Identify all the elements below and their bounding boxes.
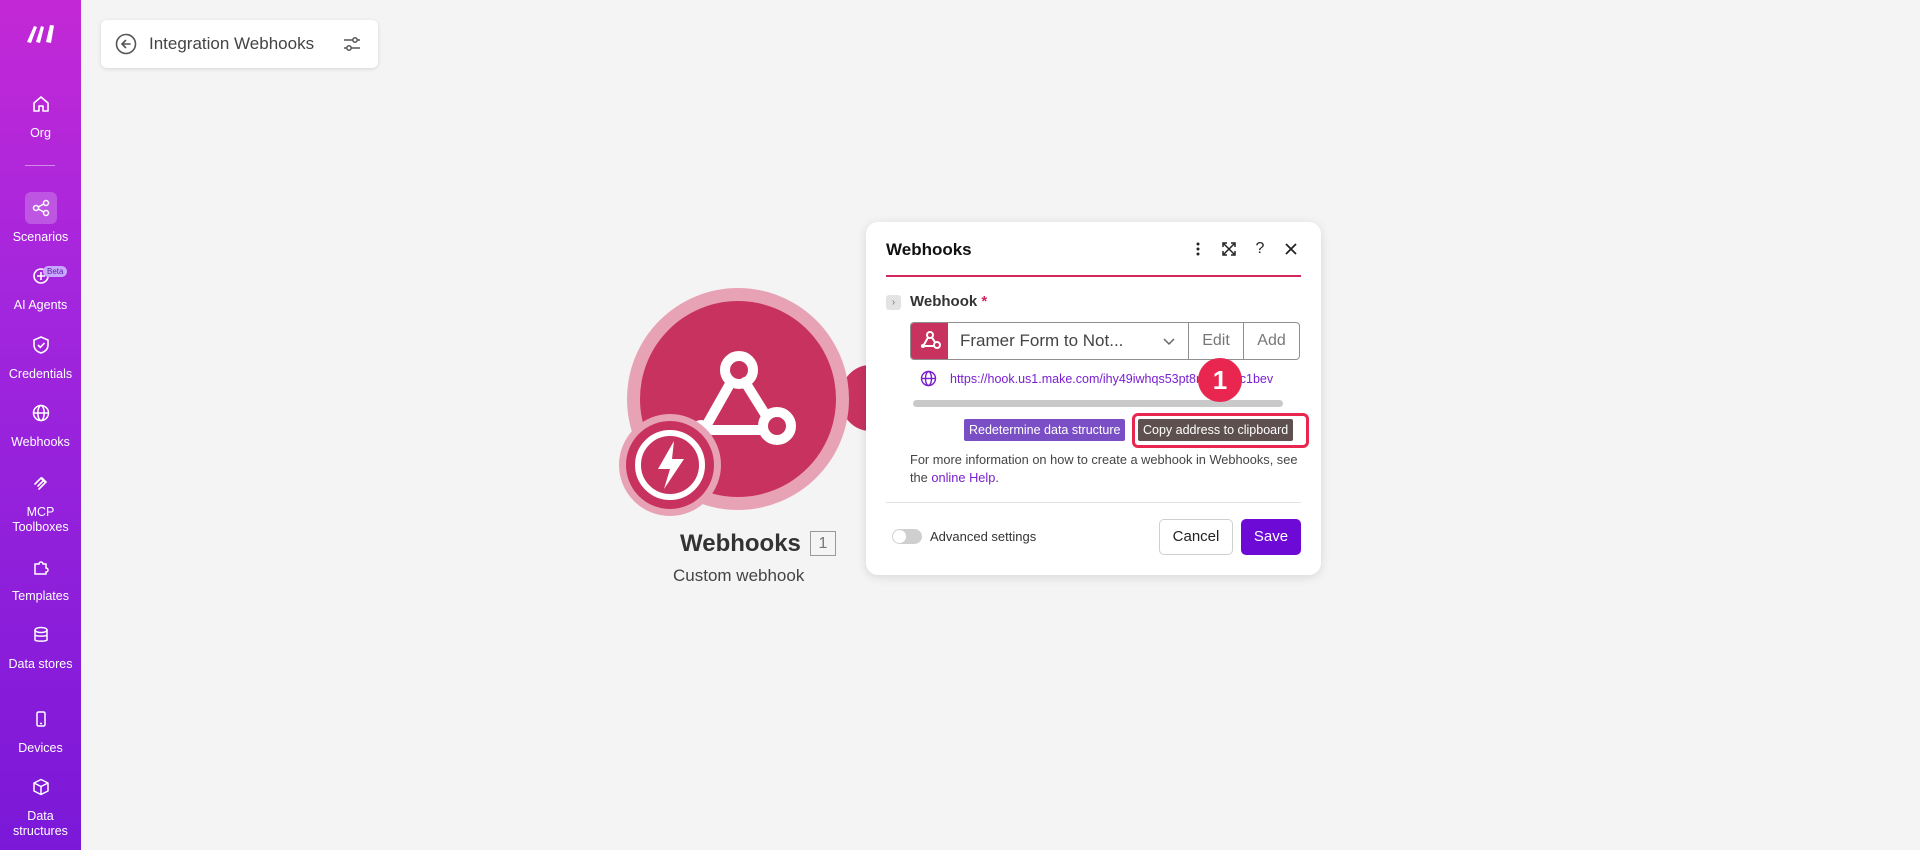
sidebar-item-label: Org: [30, 126, 51, 140]
expand-icon[interactable]: [1219, 239, 1239, 259]
sidebar-item-data-structures[interactable]: Data structures: [0, 771, 81, 839]
edit-button[interactable]: Edit: [1189, 323, 1244, 359]
sidebar-item-label: MCP Toolboxes: [12, 505, 69, 534]
sidebar-item-label: Scenarios: [12, 230, 69, 244]
sidebar-item-credentials[interactable]: Credentials: [0, 329, 81, 382]
sidebar-item-label: AI Agents: [13, 298, 68, 312]
sidebar-item-mcp-toolboxes[interactable]: MCP Toolboxes: [0, 467, 81, 535]
beta-badge: Beta: [43, 266, 68, 277]
close-icon[interactable]: [1281, 239, 1301, 259]
scenario-header: Integration Webhooks: [101, 20, 378, 68]
sidebar: Org Scenarios AI Agents Beta Credentials…: [0, 0, 81, 850]
device-icon: [25, 703, 57, 735]
dialog-title: Webhooks: [886, 240, 972, 259]
chevron-down-icon: [1163, 338, 1175, 346]
advanced-settings-label: Advanced settings: [930, 529, 1037, 544]
sidebar-item-ai-agents[interactable]: AI Agents: [0, 260, 81, 313]
make-logo-icon[interactable]: [25, 22, 56, 44]
required-mark: *: [981, 293, 988, 310]
shield-check-icon: [25, 329, 57, 361]
webhook-select-group: Framer Form to Not... Edit Add: [910, 322, 1300, 360]
info-text: For more information on how to create a …: [910, 451, 1305, 487]
sidebar-item-data-stores[interactable]: Data stores: [0, 619, 81, 672]
webhook-icon: [911, 323, 948, 359]
module-subtitle: Custom webhook: [673, 566, 805, 585]
field-label-text: Webhook: [910, 293, 978, 310]
sidebar-item-label: Templates: [12, 589, 69, 603]
globe-icon: [920, 370, 937, 387]
chevron-right-icon[interactable]: ›: [886, 295, 901, 310]
dialog-footer-divider: [886, 502, 1301, 503]
redetermine-data-structure-button[interactable]: Redetermine data structure: [964, 419, 1126, 441]
sidebar-item-templates[interactable]: Templates: [0, 551, 81, 604]
share-nodes-icon: [24, 192, 57, 224]
database-icon: [25, 619, 57, 651]
sidebar-item-webhooks[interactable]: Webhooks: [0, 397, 81, 450]
scenario-title[interactable]: Integration Webhooks: [149, 34, 342, 54]
cube-icon: [25, 771, 57, 803]
sidebar-item-label: Credentials: [8, 367, 73, 381]
dialog-header-line: [886, 275, 1301, 277]
sidebar-item-label: Data stores: [8, 657, 73, 671]
cancel-button[interactable]: Cancel: [1159, 519, 1233, 555]
step-badge: 1: [1198, 358, 1242, 402]
sidebar-item-devices[interactable]: Devices: [0, 703, 81, 756]
dialog-actions: ?: [1188, 239, 1301, 259]
settings-sliders-icon[interactable]: [342, 34, 362, 54]
sidebar-divider: [25, 165, 55, 166]
sidebar-item-scenarios[interactable]: Scenarios: [0, 192, 81, 245]
save-button[interactable]: Save: [1241, 519, 1301, 555]
more-options-icon[interactable]: [1188, 239, 1208, 259]
back-arrow-icon[interactable]: [115, 33, 137, 55]
sidebar-item-label: Devices: [18, 741, 63, 755]
webhook-url-row: https://hook.us1.make.com/ihy49iwhqs53pt…: [920, 370, 1302, 387]
webhooks-dialog: Webhooks ? › Webhook * Framer Form to No…: [866, 222, 1321, 575]
sidebar-item-label: Data structures: [13, 809, 68, 838]
module-id-badge: 1: [810, 531, 836, 556]
puzzle-icon: [25, 551, 57, 583]
selected-webhook: Framer Form to Not...: [960, 331, 1124, 350]
info-text-end: .: [995, 470, 999, 485]
webhook-field-label: Webhook *: [910, 293, 987, 310]
add-button[interactable]: Add: [1244, 323, 1299, 359]
highlight-box: [1132, 413, 1309, 448]
sidebar-item-label: Webhooks: [11, 435, 70, 449]
lightning-icon: [635, 430, 705, 500]
advanced-settings-toggle[interactable]: [892, 529, 922, 544]
mcp-icon: [25, 467, 57, 499]
home-icon: [25, 88, 57, 120]
module-name: Webhooks: [680, 530, 801, 557]
help-icon[interactable]: ?: [1250, 239, 1270, 259]
url-scrollbar[interactable]: [913, 400, 1283, 407]
online-help-link[interactable]: online Help: [931, 470, 995, 485]
webhook-url[interactable]: https://hook.us1.make.com/ihy49iwhqs53pt…: [950, 372, 1302, 386]
instant-trigger-badge: [619, 414, 721, 516]
globe-icon: [25, 397, 57, 429]
webhook-select[interactable]: Framer Form to Not...: [948, 323, 1189, 359]
sidebar-item-org[interactable]: Org: [0, 88, 81, 141]
